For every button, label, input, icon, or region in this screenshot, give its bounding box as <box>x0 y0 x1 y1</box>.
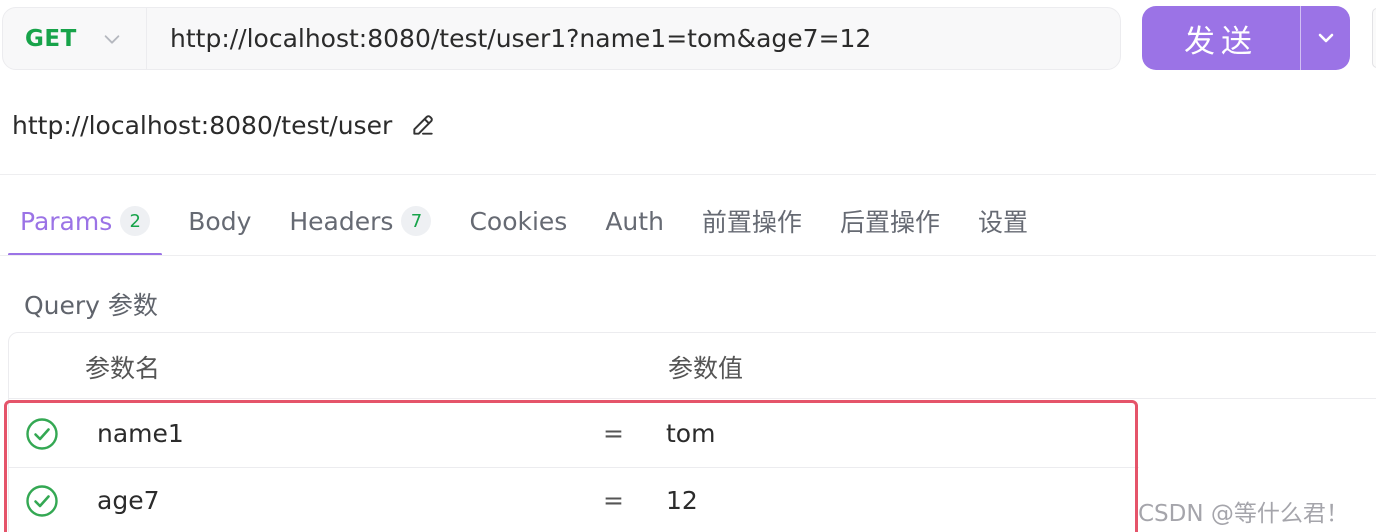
query-section-title: Query 参数 <box>24 291 158 320</box>
tab-headers[interactable]: Headers 7 <box>277 186 443 256</box>
tab-label: Params <box>20 206 113 236</box>
tab-pre-actions[interactable]: 前置操作 <box>690 186 814 256</box>
send-dropdown-button[interactable] <box>1301 6 1350 70</box>
check-circle-icon[interactable] <box>25 417 59 451</box>
tab-settings[interactable]: 设置 <box>966 186 1040 256</box>
tab-label: 后置操作 <box>839 208 940 237</box>
endpoint-path: http://localhost:8080/test/user <box>12 104 436 146</box>
tab-label: Headers <box>289 206 394 236</box>
tab-label: 设置 <box>977 208 1028 237</box>
method-label: GET <box>25 25 77 52</box>
divider <box>0 255 1376 256</box>
tab-params[interactable]: Params 2 <box>8 186 163 256</box>
url-input[interactable] <box>147 8 1120 69</box>
tab-label: Body <box>188 206 252 236</box>
table-header: 参数名 参数值 <box>9 333 1376 399</box>
tab-post-actions[interactable]: 后置操作 <box>828 186 952 256</box>
param-value-cell[interactable]: tom <box>666 419 715 448</box>
tab-label: Auth <box>605 206 664 236</box>
param-name-cell[interactable]: name1 <box>97 419 184 448</box>
equals-sign: = <box>603 419 624 448</box>
column-header-name: 参数名 <box>85 354 161 383</box>
send-button[interactable]: 发送 <box>1142 6 1300 70</box>
tab-badge: 2 <box>120 206 151 236</box>
tab-badge: 7 <box>401 206 432 236</box>
chevron-down-icon <box>1318 33 1333 43</box>
tab-label: 前置操作 <box>701 208 802 237</box>
method-select[interactable]: GET <box>3 8 147 69</box>
param-name-cell[interactable]: age7 <box>97 486 159 515</box>
toolbar-edge-button[interactable] <box>1372 8 1376 68</box>
endpoint-path-text: http://localhost:8080/test/user <box>12 110 393 140</box>
request-tabs: Params 2 Body Headers 7 Cookies Auth 前置操… <box>8 186 1054 256</box>
table-row: name1 = tom <box>9 401 1139 467</box>
send-button-group: 发送 <box>1142 6 1350 70</box>
check-circle-icon[interactable] <box>25 484 59 518</box>
tab-body[interactable]: Body <box>176 186 263 256</box>
column-header-value: 参数值 <box>668 354 744 383</box>
watermark: CSDN @等什么君！ <box>1138 501 1349 527</box>
table-row: age7 = 12 <box>9 467 1139 532</box>
divider <box>0 174 1376 175</box>
tab-cookies[interactable]: Cookies <box>457 186 579 256</box>
request-bar: GET <box>2 7 1121 70</box>
tab-auth[interactable]: Auth <box>593 186 676 256</box>
pencil-icon[interactable] <box>410 112 436 138</box>
param-value-cell[interactable]: 12 <box>666 486 698 515</box>
equals-sign: = <box>603 486 624 515</box>
chevron-down-icon <box>104 34 120 44</box>
tab-label: Cookies <box>469 206 568 236</box>
